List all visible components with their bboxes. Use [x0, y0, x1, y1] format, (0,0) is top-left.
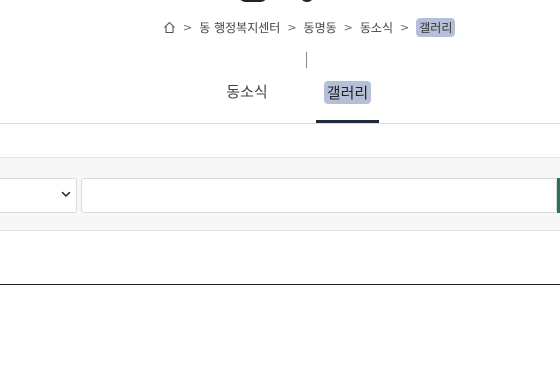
list-top-rule: [0, 284, 560, 285]
tab-news-label: 동소식: [226, 83, 268, 101]
home-icon[interactable]: [162, 20, 176, 34]
breadcrumb-separator: >: [287, 20, 297, 34]
chevron-down-icon: [61, 191, 71, 197]
breadcrumb-separator: >: [400, 20, 410, 34]
tab-gallery[interactable]: 갤러리: [316, 78, 379, 123]
tab-gallery-label: 갤러리: [323, 81, 372, 104]
breadcrumb: > 동 행정복지센터 > 동명동 > 동소식 > 갤러리: [162, 17, 456, 37]
breadcrumb-separator: >: [343, 20, 353, 34]
tab-news[interactable]: 동소식: [214, 78, 280, 122]
breadcrumb-item-gallery[interactable]: 갤러리: [416, 17, 456, 37]
breadcrumb-item-news[interactable]: 동소식: [360, 19, 393, 36]
breadcrumb-item-center[interactable]: 동 행정복지센터: [199, 19, 280, 36]
search-category-select[interactable]: [0, 178, 77, 213]
breadcrumb-item-dongmyeong[interactable]: 동명동: [304, 19, 337, 36]
sub-tabs: 동소식 갤러리: [0, 78, 560, 124]
search-input[interactable]: [81, 178, 557, 213]
page-heading-fragment: [238, 0, 268, 2]
search-bar: [0, 157, 560, 231]
page-heading-fragment: [300, 0, 314, 2]
divider: [306, 52, 307, 68]
breadcrumb-separator: >: [183, 20, 193, 34]
page: > 동 행정복지센터 > 동명동 > 동소식 > 갤러리 동소식 갤러리: [0, 0, 560, 365]
